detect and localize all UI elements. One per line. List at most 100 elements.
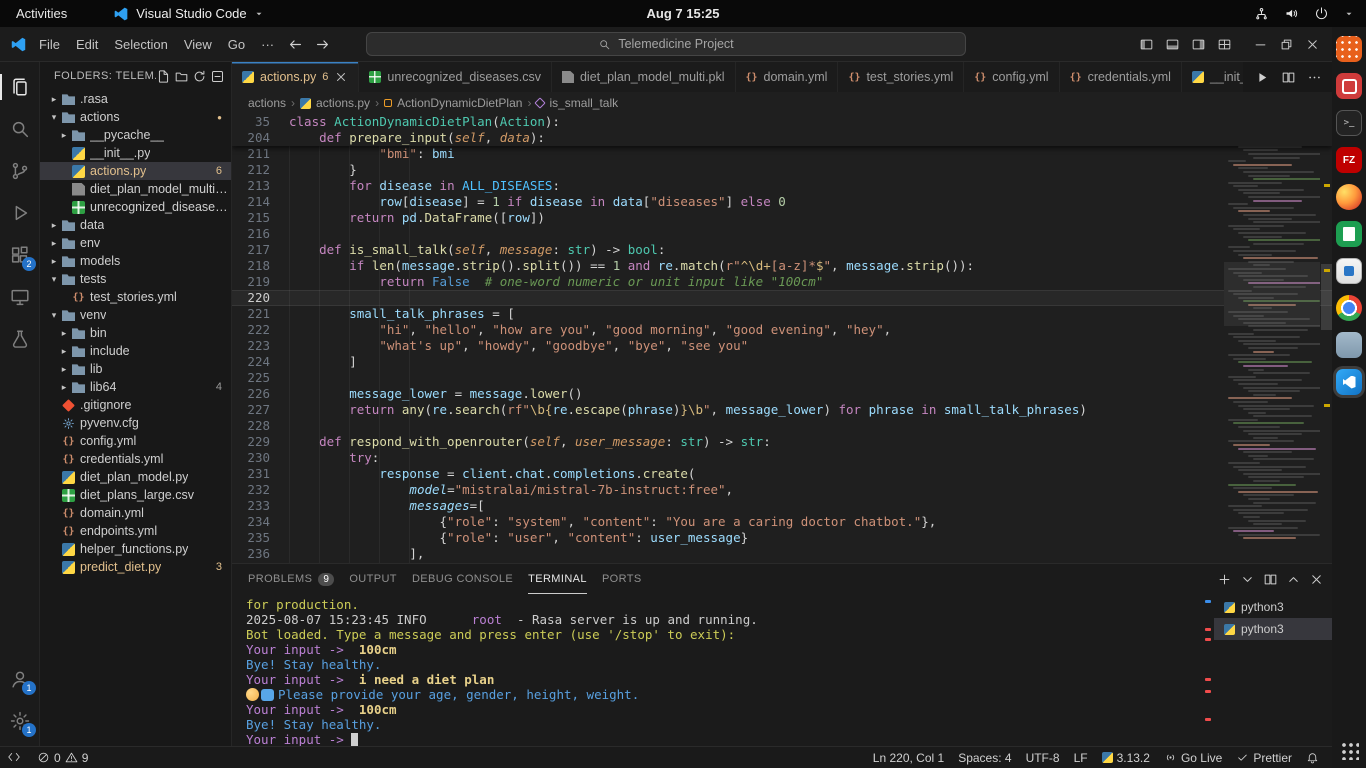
terminal-profile-dropdown[interactable] (1240, 572, 1255, 587)
explorer-item[interactable]: helper_functions.py (40, 540, 231, 558)
eol[interactable]: LF (1067, 747, 1095, 768)
toggle-sidebar-icon[interactable] (1139, 37, 1154, 52)
code-line[interactable]: 227 return any(re.search(rf"\b{re.escape… (232, 402, 1332, 418)
dock-files[interactable] (1336, 332, 1362, 358)
explorer-item[interactable]: unrecognized_diseases.csv (40, 198, 231, 216)
restore-button[interactable] (1279, 37, 1294, 52)
explorer-item[interactable]: ▸include (40, 342, 231, 360)
code-line[interactable]: 232 model="mistralai/mistral-7b-instruct… (232, 482, 1332, 498)
activity-settings[interactable]: 1 (0, 700, 40, 742)
run-python-file-icon[interactable] (1255, 70, 1270, 85)
command-center[interactable]: Telemedicine Project (366, 32, 966, 56)
toggle-panel-icon[interactable] (1165, 37, 1180, 52)
breadcrumb-item[interactable]: actions.py (316, 96, 370, 110)
editor-tab[interactable]: {}credentials.yml (1060, 62, 1182, 92)
code-line[interactable]: 214 row[disease] = 1 if disease in data[… (232, 194, 1332, 210)
prettier[interactable]: Prettier (1229, 747, 1299, 768)
terminal-session[interactable]: python3 (1214, 596, 1332, 618)
explorer-item[interactable]: diet_plans_large.csv (40, 486, 231, 504)
explorer-item[interactable]: predict_diet.py3 (40, 558, 231, 576)
explorer-item[interactable]: actions.py6 (40, 162, 231, 180)
dock-vscode[interactable] (1336, 369, 1362, 395)
explorer-item[interactable]: ▸env (40, 234, 231, 252)
code-line[interactable]: 204 def prepare_input(self, data): (232, 130, 1332, 146)
toggle-secondary-sidebar-icon[interactable] (1191, 37, 1206, 52)
code-line[interactable]: 218 if len(message.strip().split()) == 1… (232, 258, 1332, 274)
remote-window-button[interactable] (0, 747, 30, 768)
code-line[interactable]: 229 def respond_with_openrouter(self, us… (232, 434, 1332, 450)
panel-tab-problems[interactable]: PROBLEMS9 (248, 564, 334, 594)
code-line[interactable]: 228 (232, 418, 1332, 434)
python-version[interactable]: 3.13.2 (1095, 747, 1157, 768)
menu-go[interactable]: Go (220, 33, 253, 56)
code-line[interactable]: 236 ], (232, 546, 1332, 562)
menu-edit[interactable]: Edit (68, 33, 106, 56)
panel-tab-output[interactable]: OUTPUT (349, 564, 397, 594)
dock-filezilla[interactable] (1336, 147, 1362, 173)
menu-view[interactable]: View (176, 33, 220, 56)
maximize-panel-button[interactable] (1286, 572, 1301, 587)
power-icon[interactable] (1314, 6, 1329, 21)
panel-tab-debug-console[interactable]: DEBUG CONSOLE (412, 564, 513, 594)
split-terminal-button[interactable] (1263, 572, 1278, 587)
code-line[interactable]: 230 try: (232, 450, 1332, 466)
minimap[interactable] (1224, 114, 1320, 563)
dock-chrome[interactable] (1336, 295, 1362, 321)
new-terminal-button[interactable] (1217, 572, 1232, 587)
editor-tab[interactable]: unrecognized_diseases.csv (359, 62, 552, 92)
more-actions-icon[interactable] (1307, 70, 1322, 85)
code-line[interactable]: 215 return pd.DataFrame([row]) (232, 210, 1332, 226)
activities-button[interactable]: Activities (0, 6, 83, 21)
code-line[interactable]: 234 {"role": "system", "content": "You a… (232, 514, 1332, 530)
explorer-item[interactable]: {}config.yml (40, 432, 231, 450)
activity-source-control[interactable] (0, 150, 40, 192)
system-menu-chevron-icon[interactable] (1344, 9, 1354, 19)
explorer-item[interactable]: .gitignore (40, 396, 231, 414)
editor-scrollbar[interactable] (1321, 264, 1332, 330)
activity-run-and-debug[interactable] (0, 192, 40, 234)
editor-tab[interactable]: diet_plan_model_multi.pkl (552, 62, 736, 92)
close-tab-icon[interactable] (334, 70, 348, 84)
split-editor-icon[interactable] (1281, 70, 1296, 85)
code-line[interactable]: 219 return False # one-word numeric or u… (232, 274, 1332, 290)
code-line[interactable]: 221 small_talk_phrases = [ (232, 306, 1332, 322)
dock-ubuntu-software[interactable] (1336, 36, 1362, 62)
code-line[interactable]: 224 ] (232, 354, 1332, 370)
editor-tab[interactable]: {}domain.yml (736, 62, 839, 92)
explorer-item[interactable]: ▾venv (40, 306, 231, 324)
code-line[interactable]: 220 (232, 290, 1332, 306)
code-editor[interactable]: 35class ActionDynamicDietPlan(Action):20… (232, 114, 1332, 563)
explorer-item[interactable]: diet_plan_model_multi.pkl (40, 180, 231, 198)
breadcrumb-item[interactable]: is_small_talk (549, 96, 618, 110)
explorer-item[interactable]: {}domain.yml (40, 504, 231, 522)
activity-search[interactable] (0, 108, 40, 150)
refresh-explorer-button[interactable] (192, 69, 207, 84)
vscode-logo-icon[interactable] (10, 36, 27, 53)
dock-firefox[interactable] (1336, 184, 1362, 210)
go-live[interactable]: Go Live (1157, 747, 1229, 768)
breadcrumb-item[interactable]: ActionDynamicDietPlan (397, 96, 522, 110)
code-line[interactable]: 216 (232, 226, 1332, 242)
code-line[interactable]: 233 messages=[ (232, 498, 1332, 514)
new-folder-button[interactable] (174, 69, 189, 84)
activity-explorer[interactable] (0, 66, 40, 108)
notifications[interactable] (1299, 747, 1326, 768)
code-line[interactable]: 217 def is_small_talk(self, message: str… (232, 242, 1332, 258)
indentation[interactable]: Spaces: 4 (951, 747, 1018, 768)
panel-tab-ports[interactable]: PORTS (602, 564, 642, 594)
code-line[interactable]: 213 for disease in ALL_DISEASES: (232, 178, 1332, 194)
encoding[interactable]: UTF-8 (1019, 747, 1067, 768)
code-line[interactable]: 226 message_lower = message.lower() (232, 386, 1332, 402)
network-icon[interactable] (1254, 6, 1269, 21)
new-file-button[interactable] (156, 69, 171, 84)
forward-icon[interactable] (314, 36, 331, 53)
cursor-position[interactable]: Ln 220, Col 1 (866, 747, 951, 768)
editor-tab[interactable]: actions.py6 (232, 62, 359, 92)
close-panel-button[interactable] (1309, 572, 1324, 587)
dock-libreoffice-writer[interactable] (1336, 258, 1362, 284)
menu-more[interactable]: ··· (253, 33, 282, 56)
editor-tab[interactable]: {}config.yml (964, 62, 1059, 92)
activity-accounts[interactable]: 1 (0, 658, 40, 700)
terminal-session[interactable]: python3 (1214, 618, 1332, 640)
explorer-item[interactable]: {}credentials.yml (40, 450, 231, 468)
